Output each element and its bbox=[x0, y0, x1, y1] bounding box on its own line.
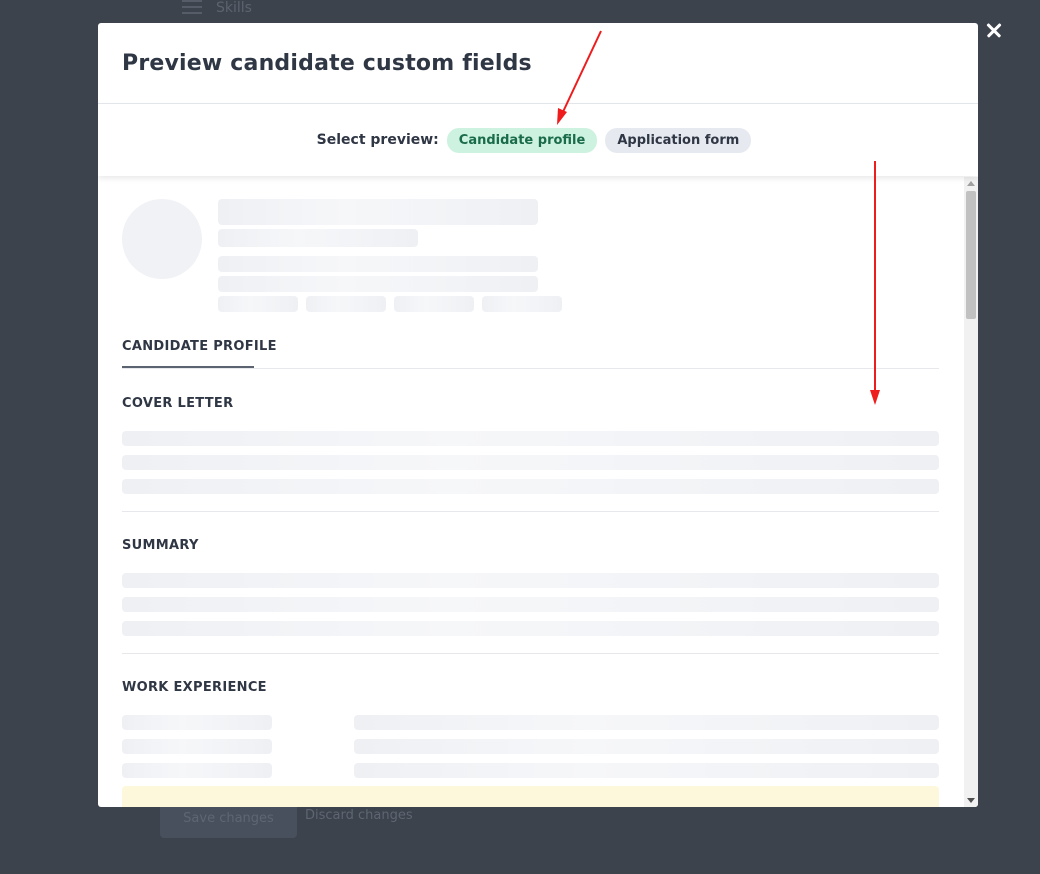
text-line-skeleton bbox=[122, 621, 939, 636]
text-line-skeleton bbox=[354, 715, 939, 730]
preview-modal: Preview candidate custom fields Select p… bbox=[98, 23, 978, 807]
detail-skeleton bbox=[218, 276, 538, 292]
tab-application-form[interactable]: Application form bbox=[605, 127, 752, 153]
avatar-placeholder bbox=[122, 199, 202, 279]
scroll-thumb[interactable] bbox=[966, 191, 976, 319]
notice-banner bbox=[122, 786, 939, 807]
text-line-skeleton bbox=[354, 739, 939, 754]
work-experience-heading: WORK EXPERIENCE bbox=[122, 680, 267, 695]
title-skeleton bbox=[218, 229, 418, 247]
tag-skeleton bbox=[394, 296, 474, 312]
hamburger-menu-icon bbox=[182, 0, 202, 16]
text-line-skeleton bbox=[122, 479, 939, 494]
scroll-up-arrow-icon[interactable] bbox=[967, 181, 975, 186]
text-line-skeleton bbox=[122, 573, 939, 588]
background-discard-link: Discard changes bbox=[305, 808, 413, 823]
preview-selector: Select preview: Candidate profile Applic… bbox=[98, 104, 978, 176]
preview-scroll-area[interactable]: CANDIDATE PROFILE COVER LETTER SUMMARY W… bbox=[98, 177, 978, 807]
date-skeleton bbox=[122, 739, 272, 754]
text-line-skeleton bbox=[354, 763, 939, 778]
select-preview-label: Select preview: bbox=[316, 132, 439, 148]
tab-candidate-profile-section[interactable]: CANDIDATE PROFILE bbox=[122, 339, 277, 354]
vertical-scrollbar[interactable] bbox=[964, 177, 978, 807]
tag-skeleton bbox=[482, 296, 562, 312]
tab-candidate-profile[interactable]: Candidate profile bbox=[446, 127, 598, 153]
text-line-skeleton bbox=[122, 597, 939, 612]
modal-header: Preview candidate custom fields bbox=[98, 23, 978, 104]
scroll-down-arrow-icon[interactable] bbox=[967, 798, 975, 803]
text-line-skeleton bbox=[122, 455, 939, 470]
name-skeleton bbox=[218, 199, 538, 225]
date-skeleton bbox=[122, 763, 272, 778]
cover-letter-heading: COVER LETTER bbox=[122, 396, 234, 411]
tab-divider bbox=[122, 368, 939, 369]
tag-skeleton bbox=[218, 296, 298, 312]
detail-skeleton bbox=[218, 256, 538, 272]
text-line-skeleton bbox=[122, 431, 939, 446]
section-divider bbox=[122, 653, 939, 654]
tag-skeleton bbox=[306, 296, 386, 312]
summary-heading: SUMMARY bbox=[122, 538, 199, 553]
date-skeleton bbox=[122, 715, 272, 730]
modal-title: Preview candidate custom fields bbox=[122, 51, 532, 76]
background-menu-label: Skills bbox=[216, 0, 252, 16]
close-icon[interactable] bbox=[982, 18, 1006, 42]
section-divider bbox=[122, 511, 939, 512]
